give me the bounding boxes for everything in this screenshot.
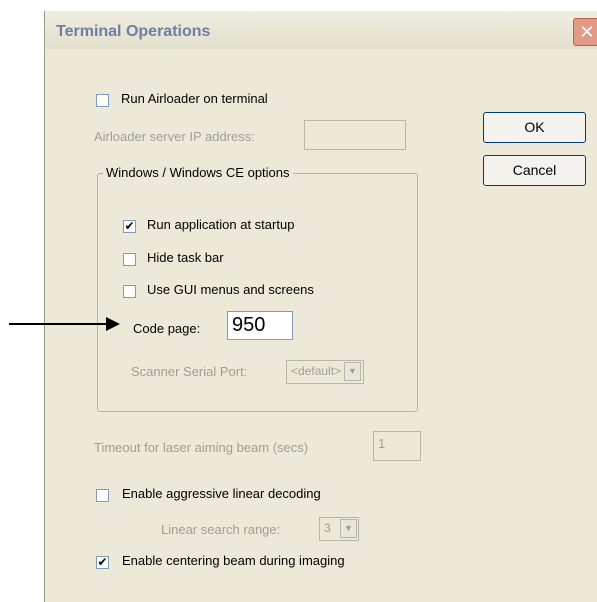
run-airloader-checkbox[interactable] (96, 94, 109, 107)
close-button[interactable]: ✕ (573, 18, 597, 46)
centering-beam-checkbox[interactable]: ✔ (96, 556, 109, 569)
laser-timeout-field[interactable]: 1 (373, 431, 421, 461)
code-page-field[interactable]: 950 (227, 311, 293, 340)
ok-button[interactable]: OK (483, 112, 586, 143)
airloader-ip-field[interactable] (304, 120, 406, 150)
title-bar: Terminal Operations ✕ (45, 11, 597, 49)
annotation-arrow-shaft (9, 323, 113, 325)
chevron-down-icon: ▼ (344, 362, 361, 381)
code-page-label: Code page: (133, 321, 201, 336)
check-icon: ✔ (97, 555, 108, 569)
airloader-ip-label: Airloader server IP address: (94, 129, 255, 144)
search-range-dropdown[interactable]: 3 ▼ (319, 517, 359, 541)
centering-beam-label: Enable centering beam during imaging (122, 553, 345, 568)
scanner-port-label: Scanner Serial Port: (131, 364, 248, 379)
run-at-startup-checkbox[interactable]: ✔ (123, 220, 136, 233)
terminal-operations-dialog: Terminal Operations ✕ Run Airloader on t… (44, 11, 597, 602)
check-icon: ✔ (124, 219, 135, 233)
laser-timeout-label: Timeout for laser aiming beam (secs) (94, 440, 309, 455)
run-at-startup-label: Run application at startup (147, 217, 295, 232)
cancel-button[interactable]: Cancel (483, 155, 586, 186)
annotation-arrow-icon (106, 317, 120, 331)
chevron-down-icon: ▼ (340, 519, 357, 538)
run-airloader-label: Run Airloader on terminal (121, 91, 268, 106)
gui-menus-checkbox[interactable] (123, 285, 136, 298)
search-range-label: Linear search range: (161, 522, 281, 537)
gui-menus-label: Use GUI menus and screens (147, 282, 314, 297)
hide-taskbar-label: Hide task bar (147, 250, 224, 265)
hide-taskbar-checkbox[interactable] (123, 253, 136, 266)
close-icon: ✕ (579, 22, 595, 42)
scanner-port-dropdown[interactable]: <default> ▼ (286, 360, 364, 384)
aggressive-decoding-checkbox[interactable] (96, 489, 109, 502)
aggressive-decoding-label: Enable aggressive linear decoding (122, 486, 321, 501)
windows-ce-options-legend: Windows / Windows CE options (103, 165, 293, 180)
dialog-title: Terminal Operations (56, 23, 211, 40)
